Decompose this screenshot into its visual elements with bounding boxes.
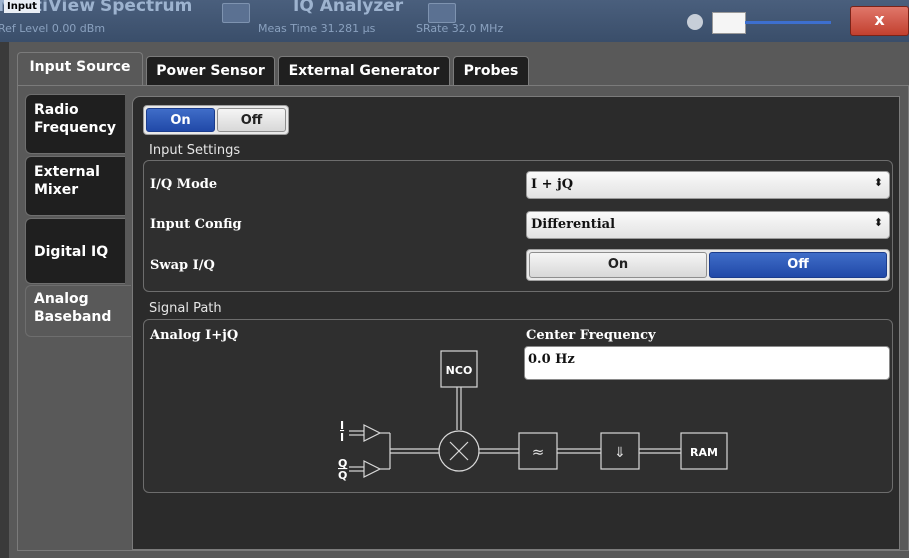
meas-time-readout: Meas Time 31.281 µs bbox=[258, 22, 376, 35]
transparency-slider-track[interactable] bbox=[745, 21, 831, 24]
signal-path-diagram: NCO ≈ ⇓ RAM I I Q Q bbox=[338, 350, 728, 482]
input-settings-title: Input Settings bbox=[149, 143, 241, 158]
input-config-label: Input Config bbox=[150, 217, 242, 232]
analog-baseband-content: On Off Input Settings I/Q Mode I + jQ ⬍ … bbox=[132, 96, 900, 550]
side-tab-radio-frequency[interactable]: Radio Frequency bbox=[25, 94, 125, 154]
signal-path-title: Signal Path bbox=[149, 301, 222, 316]
decimate-arrow-icon: ⇓ bbox=[614, 445, 626, 461]
ref-level-readout: Ref Level 0.00 dBm bbox=[0, 22, 106, 35]
iq-mode-dropdown[interactable]: I + jQ ⬍ bbox=[526, 171, 890, 199]
nco-label: NCO bbox=[446, 364, 473, 377]
swap-iq-label: Swap I/Q bbox=[150, 258, 215, 273]
swap-iq-toggle[interactable]: On Off bbox=[526, 249, 890, 281]
updown-arrow-icon: ⬍ bbox=[873, 216, 883, 229]
side-tab-digital-iq[interactable]: Digital IQ bbox=[25, 218, 125, 284]
close-button[interactable]: x bbox=[850, 6, 909, 36]
input-config-value: Differential bbox=[531, 217, 616, 232]
transparency-icon bbox=[687, 14, 703, 30]
side-tab-analog-baseband[interactable]: Analog Baseband bbox=[25, 285, 131, 337]
srate-readout: SRate 32.0 MHz bbox=[416, 22, 504, 35]
swap-iq-on-button[interactable]: On bbox=[529, 252, 707, 278]
dialog-title: Input bbox=[4, 0, 40, 13]
tab-input-source[interactable]: Input Source bbox=[17, 52, 143, 86]
app-tab-iq-analyzer: IQ Analyzer bbox=[293, 0, 404, 16]
state-off-button[interactable]: Off bbox=[217, 108, 286, 132]
side-tab-external-mixer[interactable]: External Mixer bbox=[25, 156, 125, 216]
i-amplifier bbox=[363, 424, 382, 442]
q-amplifier bbox=[363, 460, 382, 478]
ram-label: RAM bbox=[690, 446, 718, 459]
lowpass-filter-icon: ≈ bbox=[532, 443, 545, 461]
swap-iq-off-button[interactable]: Off bbox=[709, 252, 887, 278]
input-config-dropdown[interactable]: Differential ⬍ bbox=[526, 211, 890, 239]
background-app-titlebar: MultiView Spectrum IQ Analyzer Ref Level… bbox=[0, 0, 909, 42]
tab-external-generator[interactable]: External Generator bbox=[278, 56, 450, 86]
q-bar-input-label: Q bbox=[338, 469, 347, 482]
app-tab-spectrum: Spectrum bbox=[100, 0, 193, 16]
iq-mode-value: I + jQ bbox=[531, 177, 574, 192]
input-dialog: Input Source Power Sensor External Gener… bbox=[9, 42, 909, 558]
updown-arrow-icon: ⬍ bbox=[873, 176, 883, 189]
tab-power-sensor[interactable]: Power Sensor bbox=[146, 56, 275, 86]
transparency-slider-thumb[interactable] bbox=[712, 12, 746, 34]
state-on-button[interactable]: On bbox=[146, 108, 215, 132]
signal-path-label: Analog I+jQ bbox=[150, 328, 239, 343]
state-toggle[interactable]: On Off bbox=[143, 105, 289, 135]
input-settings-group: I/Q Mode I + jQ ⬍ Input Config Different… bbox=[143, 160, 893, 292]
left-border bbox=[0, 42, 9, 558]
tab-probes[interactable]: Probes bbox=[453, 56, 529, 86]
iq-mode-label: I/Q Mode bbox=[150, 177, 218, 192]
background-tab-close-icon bbox=[428, 3, 456, 23]
signal-path-group: Analog I+jQ Center Frequency 0.0 Hz NCO … bbox=[143, 319, 893, 493]
i-bar-input-label: I bbox=[340, 431, 344, 444]
background-tab-close-icon bbox=[222, 3, 250, 23]
